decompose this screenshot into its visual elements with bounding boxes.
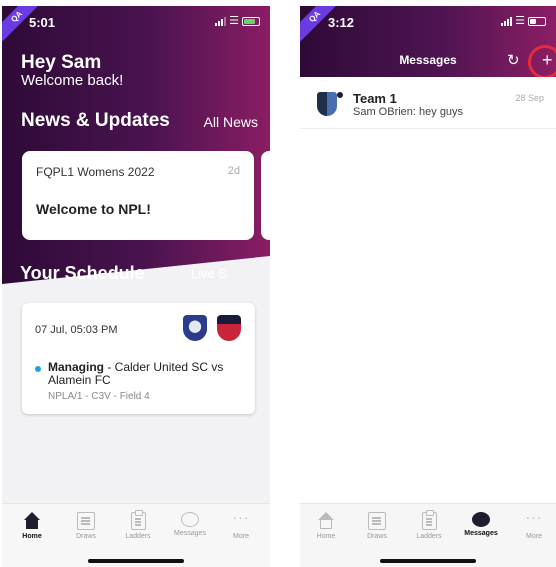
tab-messages[interactable]: Messages <box>459 512 503 537</box>
home-indicator <box>88 559 184 563</box>
thread-item[interactable]: Team 1 28 Sep Sam OBrien: hey guys <box>300 77 556 129</box>
home-team-crest-icon <box>183 315 207 341</box>
signal-icon <box>501 16 513 26</box>
tab-label: Messages <box>464 530 498 537</box>
away-team-crest-icon <box>217 315 241 341</box>
status-dot <box>35 366 41 372</box>
match-datetime: 07 Jul, 05:03 PM <box>35 324 118 336</box>
tab-label: Ladders <box>125 533 151 540</box>
draws-icon <box>77 512 95 530</box>
home-icon <box>23 512 41 530</box>
more-dots-icon: ··· <box>232 509 250 525</box>
status-icons: ☰ <box>215 15 260 27</box>
schedule-section-title: Your Schedule <box>20 263 145 283</box>
thread-list: Team 1 28 Sep Sam OBrien: hey guys <box>300 77 556 503</box>
match-fixture: Managing - Calder United SC vs Alamein F… <box>48 361 248 387</box>
tab-label: Ladders <box>416 533 442 540</box>
draws-icon <box>368 512 386 530</box>
news-card-next[interactable] <box>261 151 270 240</box>
tab-home[interactable]: Home <box>304 512 348 540</box>
news-card[interactable]: FQPL1 Womens 2022 2d Welcome to NPL! <box>22 151 254 240</box>
tab-label: Messages <box>174 530 206 537</box>
tab-draws[interactable]: Draws <box>64 512 108 540</box>
chat-bubble-icon <box>472 512 490 527</box>
plus-icon: + <box>542 50 553 70</box>
news-section-title: News & Updates <box>21 110 170 131</box>
home-icon <box>317 512 335 530</box>
thread-name: Team 1 <box>353 91 397 106</box>
tab-label: Draws <box>76 533 96 540</box>
wifi-icon: ☰ <box>515 15 525 27</box>
tab-draws[interactable]: Draws <box>355 512 399 540</box>
match-meta: NPLA/1 - C3V - Field 4 <box>48 391 150 402</box>
clipboard-icon <box>421 510 437 530</box>
tab-more[interactable]: ··· More <box>219 509 263 540</box>
thread-date: 28 Sep <box>515 93 544 103</box>
tab-label: More <box>233 533 249 540</box>
clipboard-icon <box>130 510 146 530</box>
hero-banner <box>2 6 270 284</box>
battery-icon <box>242 16 260 26</box>
status-time: 3:12 <box>328 15 355 30</box>
news-card-title: FQPL1 Womens 2022 <box>36 165 155 179</box>
match-card[interactable]: 07 Jul, 05:03 PM Managing - Calder Unite… <box>22 303 255 414</box>
tab-label: Draws <box>367 533 387 540</box>
tab-label: More <box>526 533 542 540</box>
more-dots-icon: ··· <box>525 509 543 525</box>
refresh-icon[interactable]: ↻ <box>507 51 520 69</box>
match-role: Managing <box>48 360 104 374</box>
chat-bubble-icon <box>181 512 199 527</box>
live-scores-link[interactable]: Live S <box>191 266 227 281</box>
battery-icon <box>528 16 546 26</box>
news-card-age: 2d <box>227 165 240 177</box>
new-message-button[interactable]: + <box>528 45 556 79</box>
tab-messages[interactable]: Messages <box>168 512 212 537</box>
status-icons: ☰ <box>501 15 546 27</box>
all-news-link[interactable]: All News <box>204 114 258 130</box>
news-card-headline: Welcome to NPL! <box>36 201 151 217</box>
home-screen: QA 5:01 ☰ Hey Sam Welcome back! News & U… <box>2 6 270 567</box>
tab-ladders[interactable]: Ladders <box>116 510 160 540</box>
greeting-subtitle: Welcome back! <box>21 72 124 89</box>
tab-label: Home <box>316 533 336 540</box>
tab-bar: Home Draws Ladders Messages ··· More <box>300 503 556 567</box>
greeting-title: Hey Sam <box>21 52 102 73</box>
tab-home[interactable]: Home <box>10 512 54 540</box>
team-shield-icon <box>317 92 337 116</box>
signal-icon <box>215 16 227 26</box>
tab-bar: Home Draws Ladders Messages ··· More <box>2 503 270 567</box>
thread-preview: Sam OBrien: hey guys <box>353 106 464 118</box>
tab-label: Home <box>22 533 42 540</box>
tab-ladders[interactable]: Ladders <box>407 510 451 540</box>
wifi-icon: ☰ <box>229 15 239 27</box>
tab-more[interactable]: ··· More <box>512 509 556 540</box>
unread-dot <box>337 92 343 98</box>
status-time: 5:01 <box>29 15 56 30</box>
home-indicator <box>380 559 476 563</box>
messages-screen: QA 3:12 ☰ Messages ↻ + Team 1 28 Sep Sam… <box>300 6 556 567</box>
messages-header: QA 3:12 ☰ Messages ↻ + <box>300 6 556 79</box>
